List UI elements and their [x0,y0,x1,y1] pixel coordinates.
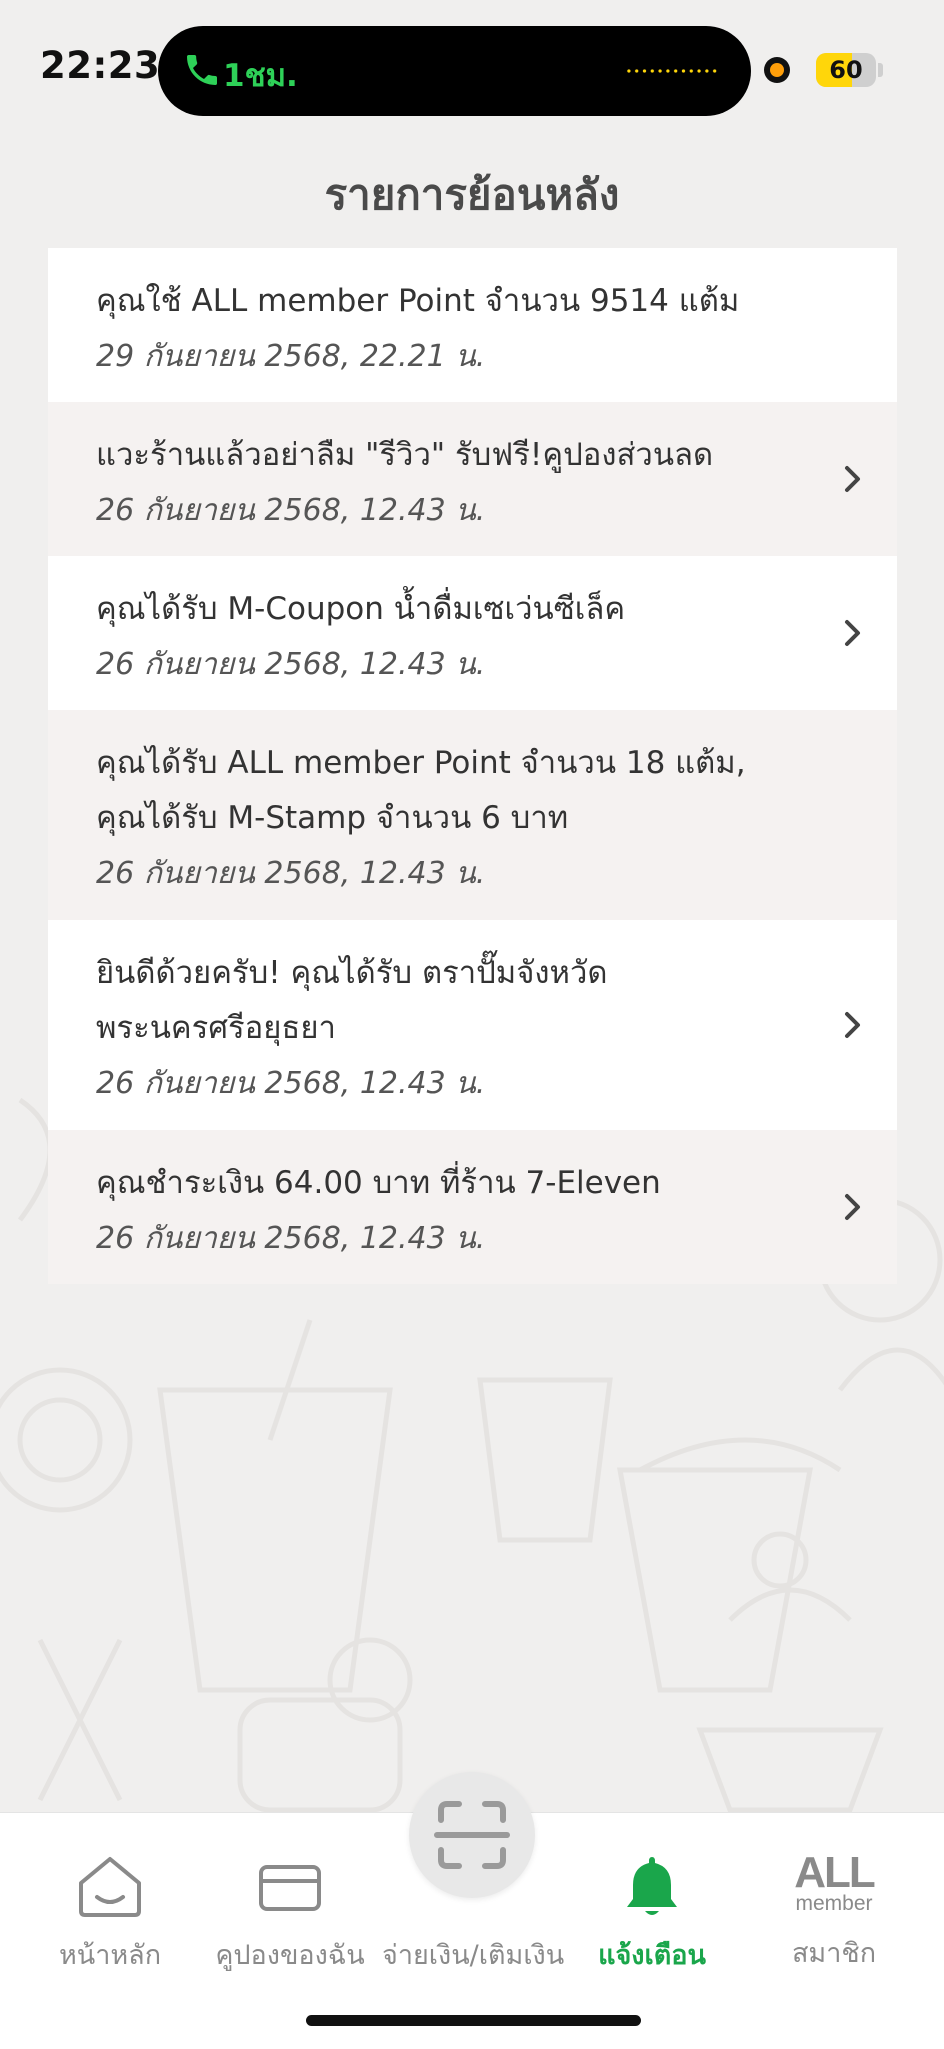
tab-my-coupons[interactable]: คูปองของฉัน [200,1853,380,1976]
bell-icon [627,1857,677,1915]
tab-my-coupons-label: คูปองของฉัน [215,1940,365,1971]
notification-list: คุณใช้ ALL member Point จำนวน 9514 แต้ม 2… [48,248,897,1284]
notification-item[interactable]: แวะร้านแล้วอย่าลืม "รีวิว" รับฟรี!คูปองส… [48,402,897,556]
tab-notifications-label: แจ้งเตือน [598,1940,706,1971]
notification-title: ยินดีด้วยครับ! คุณได้รับ ตราปั๊มจังหวัดพ… [96,955,608,1046]
chevron-right-icon [845,1194,860,1220]
notification-title: คุณได้รับ ALL member Point จำนวน 18 แต้ม… [96,745,746,836]
all-member-logo-top: ALL [794,1848,876,1897]
tab-home-label: หน้าหลัก [58,1940,162,1971]
battery-percent: 60 [829,56,863,84]
audio-waveform-icon [625,69,719,73]
notification-date: 26 กันยายน 2568, 12.43 น. [96,1066,486,1101]
tab-pay-topup[interactable]: จ่ายเงิน/เติมเงิน [382,1933,565,1976]
microphone-indicator-icon [764,57,790,83]
scan-icon [434,1801,510,1869]
notification-date: 26 กันยายน 2568, 12.43 น. [96,856,486,891]
home-indicator [306,2015,641,2026]
notification-item[interactable]: ยินดีด้วยครับ! คุณได้รับ ตราปั๊มจังหวัดพ… [48,920,897,1130]
notification-date: 26 กันยายน 2568, 12.43 น. [96,647,486,682]
tab-member-label: สมาชิก [791,1938,877,1969]
notification-date: 26 กันยายน 2568, 12.43 น. [96,1221,486,1256]
scan-pay-button[interactable] [409,1772,535,1898]
notification-item: คุณใช้ ALL member Point จำนวน 9514 แต้ม 2… [48,248,897,402]
call-duration: 1ชม. [223,58,298,94]
status-time: 22:23 [40,44,161,87]
phone-icon [187,55,217,85]
notification-title: แวะร้านแล้วอย่าลืม "รีวิว" รับฟรี!คูปองส… [96,437,714,473]
battery-indicator: 60 [816,53,876,87]
notification-item[interactable]: คุณชำระเงิน 64.00 บาท ที่ร้าน 7-Eleven 26… [48,1130,897,1284]
chevron-right-icon [845,466,860,492]
page-title: รายการย้อนหลัง [324,170,620,219]
notification-date: 29 กันยายน 2568, 22.21 น. [96,339,486,374]
notification-item[interactable]: คุณได้รับ M-Coupon น้ำดื่มเซเว่นซีเล็ค 26… [48,556,897,710]
card-icon [259,1865,321,1911]
notification-date: 26 กันยายน 2568, 12.43 น. [96,493,486,528]
all-member-logo-bottom: member [795,1892,873,1915]
tab-pay-topup-label: จ่ายเงิน/เติมเงิน [382,1940,565,1971]
notification-title: คุณชำระเงิน 64.00 บาท ที่ร้าน 7-Eleven [96,1165,661,1201]
tab-member[interactable]: ALL member สมาชิก [744,1851,924,1974]
home-icon [79,1857,141,1917]
all-member-logo: ALL member [744,1851,924,1917]
chevron-right-icon [845,1012,860,1038]
chevron-right-icon [845,620,860,646]
notification-title: คุณใช้ ALL member Point จำนวน 9514 แต้ม [96,283,740,319]
notification-title: คุณได้รับ M-Coupon น้ำดื่มเซเว่นซีเล็ค [96,591,626,627]
battery-cap [878,63,883,77]
notification-item: คุณได้รับ ALL member Point จำนวน 18 แต้ม… [48,710,897,920]
tab-notifications[interactable]: แจ้งเตือน [562,1853,742,1976]
dynamic-island-call[interactable]: 1ชม. [158,26,751,116]
tab-home[interactable]: หน้าหลัก [20,1853,200,1976]
